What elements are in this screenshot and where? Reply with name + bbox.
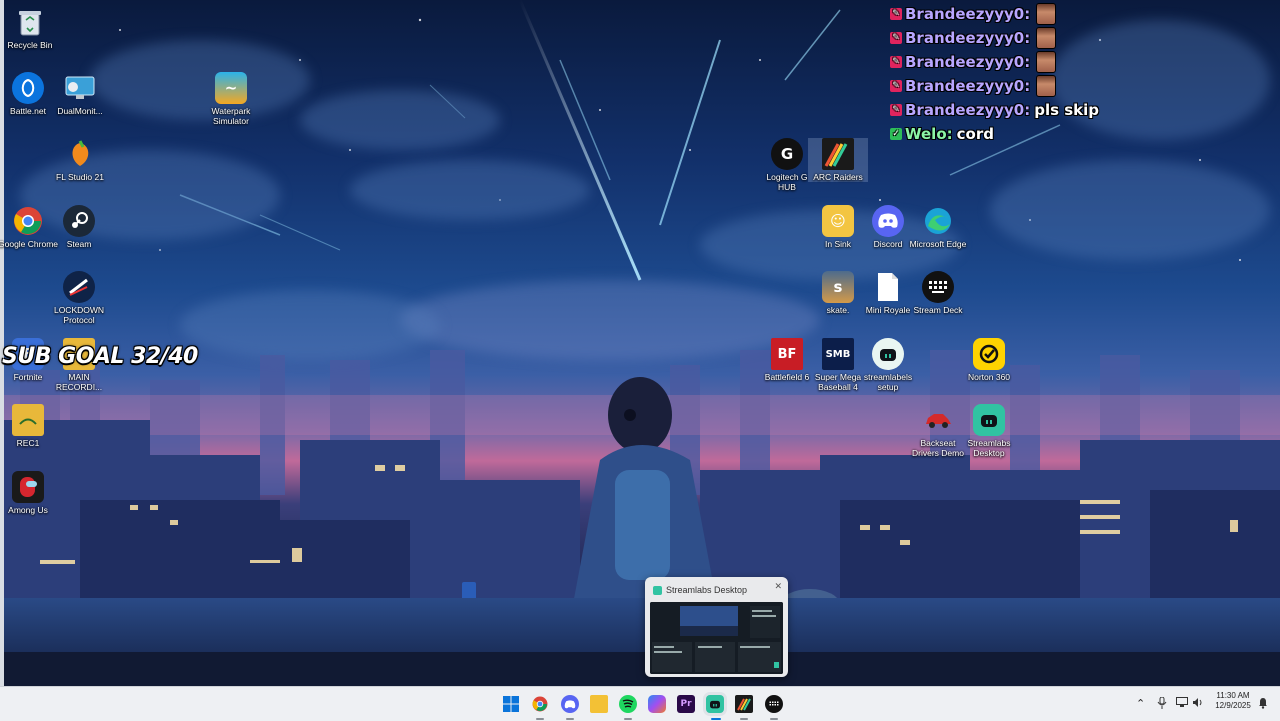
- chevron-up-icon[interactable]: ⌃: [1136, 697, 1145, 710]
- spotify-icon[interactable]: [619, 695, 637, 713]
- chat-badge-icon: ✎: [890, 8, 902, 20]
- preview-title: Streamlabs Desktop: [653, 583, 747, 597]
- car-icon: [922, 404, 954, 436]
- sub-goal-overlay: SUB GOAL 32/40: [2, 344, 198, 369]
- desktop-icon-norton-360[interactable]: Norton 360: [959, 338, 1019, 382]
- chat-message: ✎ Brandeezyyy0: pls skip: [890, 98, 1150, 122]
- desktop-icon-steam[interactable]: Steam: [49, 205, 109, 249]
- desktop-icon-stream-deck[interactable]: Stream Deck: [908, 271, 968, 315]
- streamlabs-icon: [973, 404, 1005, 436]
- chrome-icon[interactable]: [531, 695, 549, 713]
- recycle-bin-icon: [14, 6, 46, 38]
- chat-username: Brandeezyyy0:: [905, 5, 1031, 23]
- discord-icon[interactable]: [561, 695, 579, 713]
- copilot-icon[interactable]: [648, 695, 666, 713]
- taskbar-window-preview[interactable]: Streamlabs Desktop ✕: [645, 577, 788, 677]
- chrome-icon: [12, 205, 44, 237]
- desktop-icon-lockdown-protocol[interactable]: LOCKDOWN Protocol: [49, 271, 109, 325]
- chat-username: Brandeezyyy0:: [905, 53, 1031, 71]
- chat-message: ✓ Welo: cord: [890, 122, 1150, 146]
- edge-icon: [922, 205, 954, 237]
- desktop-icon-dualmonitor[interactable]: DualMonit...: [50, 72, 110, 116]
- clock-time: 11:30 AM: [1216, 691, 1250, 700]
- chat-emote-icon: [1036, 27, 1057, 49]
- chat-badge-icon: ✎: [890, 80, 902, 92]
- chat-emote-icon: [1036, 3, 1057, 25]
- waterpark-icon: ~: [215, 72, 247, 104]
- start-icon[interactable]: [502, 695, 520, 713]
- network-icon[interactable]: [1176, 697, 1188, 711]
- chat-badge-icon: ✎: [890, 32, 902, 44]
- chat-username: Brandeezyyy0:: [905, 77, 1031, 95]
- skate-icon: s: [822, 271, 854, 303]
- logitech-icon: G: [771, 138, 803, 170]
- desktop-icon-streamlabs-desktop[interactable]: Streamlabs Desktop: [959, 404, 1019, 458]
- notification-icon[interactable]: [1258, 697, 1268, 712]
- stream-deck-icon[interactable]: [765, 695, 783, 713]
- desktop-icon-rec1[interactable]: REC1: [0, 404, 58, 448]
- file-explorer-icon[interactable]: [590, 695, 608, 713]
- discord-icon: [872, 205, 904, 237]
- volume-icon[interactable]: [1192, 697, 1204, 711]
- preview-thumbnail[interactable]: [650, 602, 783, 674]
- desktop-icon-microsoft-edge[interactable]: Microsoft Edge: [908, 205, 968, 249]
- desktop-icon-streamlabels-setup[interactable]: streamlabels setup: [858, 338, 918, 392]
- chat-badge-icon: ✎: [890, 104, 902, 116]
- chat-overlay: ✎ Brandeezyyy0: ✎ Brandeezyyy0: ✎ Brande…: [890, 2, 1150, 146]
- microphone-icon[interactable]: [1157, 696, 1167, 712]
- chat-text: pls skip: [1034, 101, 1100, 119]
- chat-username: Welo:: [905, 125, 953, 143]
- battlefield-icon: BF: [771, 338, 803, 370]
- arc-raiders-icon[interactable]: [735, 695, 753, 713]
- chat-message: ✎ Brandeezyyy0:: [890, 2, 1150, 26]
- chat-username: Brandeezyyy0:: [905, 29, 1031, 47]
- baseball-icon: SMB: [822, 338, 854, 370]
- close-icon[interactable]: ✕: [774, 582, 782, 592]
- chat-message: ✎ Brandeezyyy0:: [890, 74, 1150, 98]
- taskbar-clock[interactable]: 11:30 AM 12/9/2025: [1210, 691, 1256, 711]
- folder-icon: [12, 404, 44, 436]
- chat-text: cord: [956, 125, 994, 143]
- desktop-icon-among-us[interactable]: Among Us: [0, 471, 58, 515]
- desktop-icon-fl-studio[interactable]: FL Studio 21: [50, 138, 110, 182]
- in-sink-icon: ☺: [822, 205, 854, 237]
- lockdown-icon: [63, 271, 95, 303]
- battlenet-icon: [12, 72, 44, 104]
- streamlabs-icon[interactable]: [706, 695, 724, 713]
- taskbar: Pr ⌃ 11:30 AM 12/9/2025: [0, 686, 1280, 721]
- chat-username: Brandeezyyy0:: [905, 101, 1031, 119]
- chat-emote-icon: [1036, 51, 1057, 73]
- file-icon: [872, 271, 904, 303]
- chat-emote-icon: [1036, 75, 1057, 97]
- chat-badge-icon: ✓: [890, 128, 902, 140]
- chat-badge-icon: ✎: [890, 56, 902, 68]
- premiere-icon[interactable]: Pr: [677, 695, 695, 713]
- fl-studio-icon: [64, 138, 96, 170]
- steam-icon: [63, 205, 95, 237]
- norton-icon: [973, 338, 1005, 370]
- streamlabs-icon: [653, 585, 662, 595]
- monitor-icon: [64, 72, 96, 104]
- clock-date: 12/9/2025: [1215, 701, 1251, 710]
- among-us-icon: [12, 471, 44, 503]
- desktop-icon-arc-raiders[interactable]: ARC Raiders: [808, 138, 868, 182]
- desktop-icon-recycle-bin[interactable]: Recycle Bin: [0, 6, 60, 50]
- desktop-icon-waterpark-simulator[interactable]: ~ Waterpark Simulator: [201, 72, 261, 126]
- streamlabs-icon: [872, 338, 904, 370]
- arc-raiders-icon: [822, 138, 854, 170]
- chat-message: ✎ Brandeezyyy0:: [890, 26, 1150, 50]
- chat-message: ✎ Brandeezyyy0:: [890, 50, 1150, 74]
- stream-deck-icon: [922, 271, 954, 303]
